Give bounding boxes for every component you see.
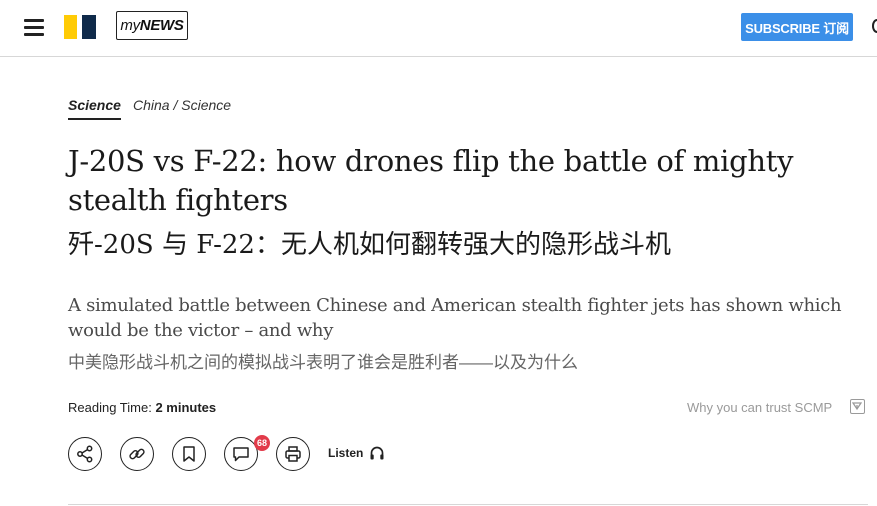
section-tab[interactable]: Science (68, 97, 121, 120)
menu-icon[interactable] (24, 19, 44, 36)
article-summary-translation: 中美隐形战斗机之间的模拟战斗表明了谁会是胜利者——以及为什么 (68, 353, 578, 372)
comment-icon (233, 447, 249, 462)
account-icon[interactable] (872, 19, 877, 33)
mynews-prefix: my (120, 17, 140, 34)
share-button[interactable] (68, 437, 102, 471)
headphones-icon (370, 446, 384, 460)
print-icon (285, 446, 301, 462)
subscribe-button[interactable]: SUBSCRIBE 订阅 (741, 13, 853, 41)
comments-button[interactable] (224, 437, 258, 471)
mynews-suffix: NEWS (139, 17, 184, 34)
reading-time: Reading Time: 2 minutes (68, 400, 216, 415)
top-bar: my NEWS SUBSCRIBE 订阅 (0, 0, 877, 57)
print-button[interactable] (276, 437, 310, 471)
scmp-logo[interactable] (64, 15, 98, 39)
mynews-button[interactable]: my NEWS (116, 11, 188, 40)
reading-time-label: Reading Time: (68, 400, 152, 415)
listen-label: Listen (328, 446, 364, 460)
bookmark-icon (183, 446, 195, 462)
share-icon (77, 445, 93, 463)
article-summary: A simulated battle between Chinese and A… (68, 295, 842, 341)
breadcrumb[interactable]: China / Science (133, 97, 231, 113)
listen-button[interactable]: Listen (328, 445, 385, 461)
bookmark-button[interactable] (172, 437, 206, 471)
divider (68, 504, 868, 505)
trust-icon[interactable] (850, 399, 865, 414)
page-title: J-20S vs F-22: how drones flip the battl… (68, 144, 794, 217)
link-icon (129, 448, 145, 460)
trust-link[interactable]: Why you can trust SCMP (687, 400, 832, 415)
page-title-translation: 歼-20S 与 F-22：无人机如何翻转强大的隐形战斗机 (68, 230, 671, 260)
copy-link-button[interactable] (120, 437, 154, 471)
comment-count-badge: 68 (254, 435, 270, 451)
reading-time-value: 2 minutes (155, 400, 217, 415)
